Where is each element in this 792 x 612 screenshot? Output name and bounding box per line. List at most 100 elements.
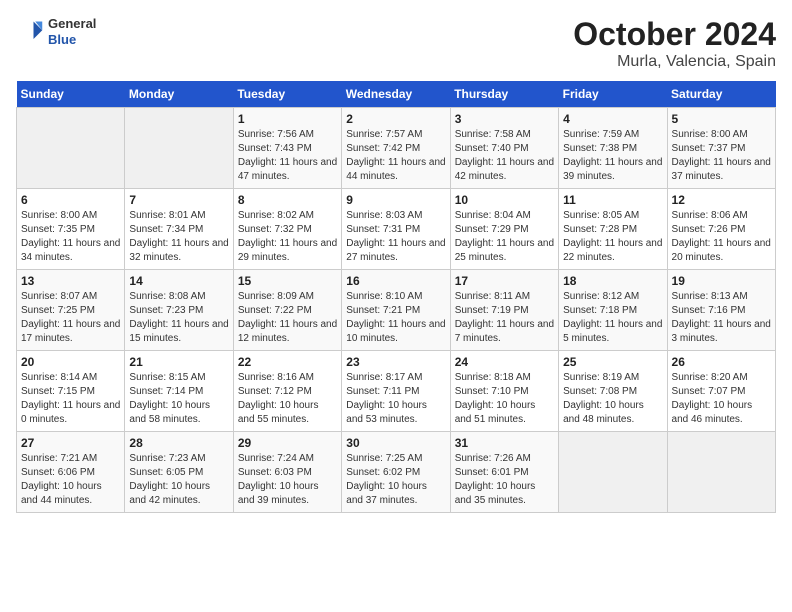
day-info: Sunrise: 8:05 AM Sunset: 7:28 PM Dayligh… [563, 209, 662, 265]
calendar-cell: 26Sunrise: 8:20 AM Sunset: 7:07 PM Dayli… [667, 351, 775, 432]
calendar-cell [125, 108, 233, 189]
calendar-cell: 6Sunrise: 8:00 AM Sunset: 7:35 PM Daylig… [17, 189, 125, 270]
day-number: 30 [346, 436, 445, 450]
calendar-title: October 2024 [573, 16, 776, 53]
day-info: Sunrise: 8:00 AM Sunset: 7:37 PM Dayligh… [672, 128, 771, 184]
logo-icon [16, 18, 44, 46]
day-info: Sunrise: 8:16 AM Sunset: 7:12 PM Dayligh… [238, 371, 337, 427]
day-info: Sunrise: 8:11 AM Sunset: 7:19 PM Dayligh… [455, 290, 554, 346]
calendar-subtitle: Murla, Valencia, Spain [573, 53, 776, 71]
calendar-cell: 2 Sunrise: 7:57 AM Sunset: 7:42 PM Daylig… [342, 108, 450, 189]
header-cell: Wednesday [342, 81, 450, 108]
day-number: 6 [21, 193, 120, 207]
day-info: Sunrise: 8:07 AM Sunset: 7:25 PM Dayligh… [21, 290, 120, 346]
page-header: General Blue October 2024 Murla, Valenci… [16, 16, 776, 71]
day-number: 14 [129, 274, 228, 288]
calendar-cell: 23 Sunrise: 8:17 AM Sunset: 7:11 PM Dayli… [342, 351, 450, 432]
day-number: 29 [238, 436, 337, 450]
calendar-cell: 11 Sunrise: 8:05 AM Sunset: 7:28 PM Dayli… [559, 189, 667, 270]
day-number: 15 [238, 274, 337, 288]
day-number: 20 [21, 355, 120, 369]
day-info: Sunrise: 7:58 AM Sunset: 7:40 PM Dayligh… [455, 128, 554, 184]
day-number: 13 [21, 274, 120, 288]
logo-text: General Blue [48, 16, 96, 47]
calendar-cell: 31 Sunrise: 7:26 AM Sunset: 6:01 PM Dayli… [450, 432, 558, 513]
calendar-cell: 27 Sunrise: 7:21 AM Sunset: 6:06 PM Dayli… [17, 432, 125, 513]
day-info: Sunrise: 8:04 AM Sunset: 7:29 PM Dayligh… [455, 209, 554, 265]
calendar-cell: 8 Sunrise: 8:02 AM Sunset: 7:32 PM Daylig… [233, 189, 341, 270]
calendar-cell: 24 Sunrise: 8:18 AM Sunset: 7:10 PM Dayli… [450, 351, 558, 432]
day-info: Sunrise: 7:24 AM Sunset: 6:03 PM Dayligh… [238, 452, 337, 508]
calendar-cell: 4Sunrise: 7:59 AM Sunset: 7:38 PM Daylig… [559, 108, 667, 189]
day-info: Sunrise: 8:06 AM Sunset: 7:26 PM Dayligh… [672, 209, 771, 265]
calendar-cell: 15 Sunrise: 8:09 AM Sunset: 7:22 PM Dayli… [233, 270, 341, 351]
header-cell: Saturday [667, 81, 775, 108]
day-info: Sunrise: 8:01 AM Sunset: 7:34 PM Dayligh… [129, 209, 228, 265]
header-cell: Monday [125, 81, 233, 108]
day-info: Sunrise: 8:02 AM Sunset: 7:32 PM Dayligh… [238, 209, 337, 265]
day-number: 9 [346, 193, 445, 207]
day-number: 16 [346, 274, 445, 288]
calendar-cell: 16 Sunrise: 8:10 AM Sunset: 7:21 PM Dayli… [342, 270, 450, 351]
day-info: Sunrise: 8:20 AM Sunset: 7:07 PM Dayligh… [672, 371, 771, 427]
logo-blue: Blue [48, 32, 96, 48]
calendar-cell [667, 432, 775, 513]
calendar-week: 27 Sunrise: 7:21 AM Sunset: 6:06 PM Dayli… [17, 432, 776, 513]
calendar-body: 1Sunrise: 7:56 AM Sunset: 7:43 PM Daylig… [17, 108, 776, 513]
day-info: Sunrise: 8:18 AM Sunset: 7:10 PM Dayligh… [455, 371, 554, 427]
day-number: 24 [455, 355, 554, 369]
day-number: 8 [238, 193, 337, 207]
day-info: Sunrise: 7:23 AM Sunset: 6:05 PM Dayligh… [129, 452, 228, 508]
day-info: Sunrise: 8:09 AM Sunset: 7:22 PM Dayligh… [238, 290, 337, 346]
calendar-cell: 14 Sunrise: 8:08 AM Sunset: 7:23 PM Dayli… [125, 270, 233, 351]
day-info: Sunrise: 7:59 AM Sunset: 7:38 PM Dayligh… [563, 128, 662, 184]
calendar-cell: 18 Sunrise: 8:12 AM Sunset: 7:18 PM Dayli… [559, 270, 667, 351]
calendar-cell: 30Sunrise: 7:25 AM Sunset: 6:02 PM Dayli… [342, 432, 450, 513]
day-number: 10 [455, 193, 554, 207]
day-info: Sunrise: 7:21 AM Sunset: 6:06 PM Dayligh… [21, 452, 120, 508]
header-cell: Friday [559, 81, 667, 108]
day-number: 17 [455, 274, 554, 288]
calendar-cell: 22Sunrise: 8:16 AM Sunset: 7:12 PM Dayli… [233, 351, 341, 432]
day-number: 23 [346, 355, 445, 369]
calendar-week: 13 Sunrise: 8:07 AM Sunset: 7:25 PM Dayli… [17, 270, 776, 351]
day-info: Sunrise: 7:57 AM Sunset: 7:42 PM Dayligh… [346, 128, 445, 184]
day-number: 11 [563, 193, 662, 207]
day-info: Sunrise: 8:13 AM Sunset: 7:16 PM Dayligh… [672, 290, 771, 346]
day-info: Sunrise: 8:08 AM Sunset: 7:23 PM Dayligh… [129, 290, 228, 346]
calendar-cell: 1Sunrise: 7:56 AM Sunset: 7:43 PM Daylig… [233, 108, 341, 189]
calendar-cell: 3 Sunrise: 7:58 AM Sunset: 7:40 PM Daylig… [450, 108, 558, 189]
header-row: SundayMondayTuesdayWednesdayThursdayFrid… [17, 81, 776, 108]
day-number: 27 [21, 436, 120, 450]
calendar-cell: 20 Sunrise: 8:14 AM Sunset: 7:15 PM Dayli… [17, 351, 125, 432]
calendar-table: SundayMondayTuesdayWednesdayThursdayFrid… [16, 81, 776, 513]
header-cell: Sunday [17, 81, 125, 108]
day-number: 31 [455, 436, 554, 450]
day-number: 28 [129, 436, 228, 450]
calendar-cell: 21 Sunrise: 8:15 AM Sunset: 7:14 PM Dayli… [125, 351, 233, 432]
day-number: 2 [346, 112, 445, 126]
day-info: Sunrise: 8:14 AM Sunset: 7:15 PM Dayligh… [21, 371, 120, 427]
calendar-week: 20 Sunrise: 8:14 AM Sunset: 7:15 PM Dayli… [17, 351, 776, 432]
day-info: Sunrise: 8:15 AM Sunset: 7:14 PM Dayligh… [129, 371, 228, 427]
day-number: 19 [672, 274, 771, 288]
day-number: 5 [672, 112, 771, 126]
day-info: Sunrise: 8:12 AM Sunset: 7:18 PM Dayligh… [563, 290, 662, 346]
day-number: 21 [129, 355, 228, 369]
day-number: 25 [563, 355, 662, 369]
calendar-cell: 28 Sunrise: 7:23 AM Sunset: 6:05 PM Dayli… [125, 432, 233, 513]
calendar-cell [17, 108, 125, 189]
calendar-cell: 9 Sunrise: 8:03 AM Sunset: 7:31 PM Daylig… [342, 189, 450, 270]
day-number: 1 [238, 112, 337, 126]
calendar-cell: 13 Sunrise: 8:07 AM Sunset: 7:25 PM Dayli… [17, 270, 125, 351]
header-cell: Thursday [450, 81, 558, 108]
day-info: Sunrise: 7:26 AM Sunset: 6:01 PM Dayligh… [455, 452, 554, 508]
day-number: 18 [563, 274, 662, 288]
day-number: 3 [455, 112, 554, 126]
day-info: Sunrise: 8:10 AM Sunset: 7:21 PM Dayligh… [346, 290, 445, 346]
day-number: 12 [672, 193, 771, 207]
day-info: Sunrise: 8:03 AM Sunset: 7:31 PM Dayligh… [346, 209, 445, 265]
calendar-cell: 25Sunrise: 8:19 AM Sunset: 7:08 PM Dayli… [559, 351, 667, 432]
day-info: Sunrise: 8:17 AM Sunset: 7:11 PM Dayligh… [346, 371, 445, 427]
logo-general: General [48, 16, 96, 32]
